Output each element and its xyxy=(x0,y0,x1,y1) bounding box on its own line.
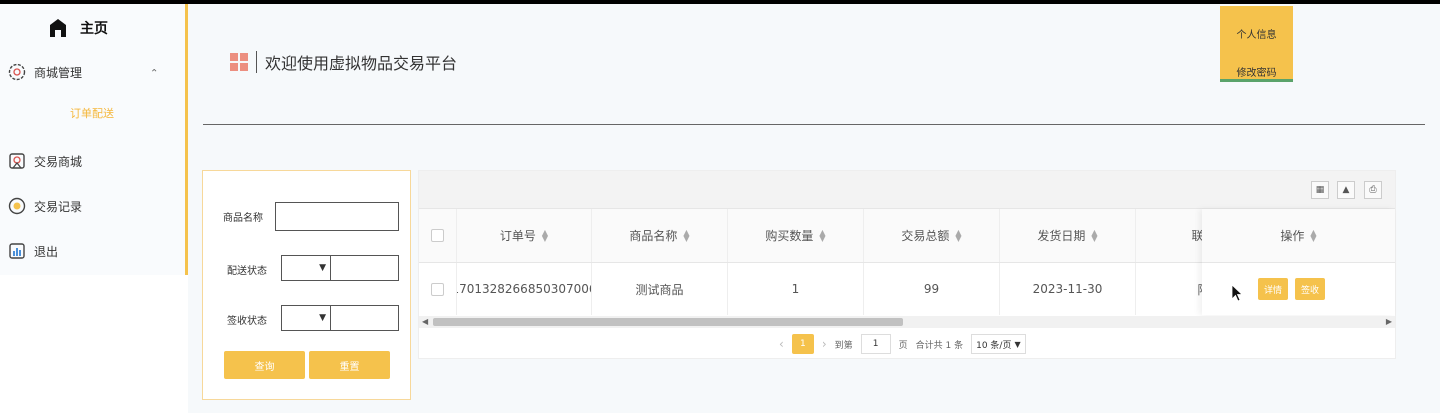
column-header-quantity[interactable]: 购买数量 ▲ ▼ xyxy=(728,209,864,262)
sidebar-item-label: 退出 xyxy=(34,244,59,259)
sidebar-home[interactable]: 主页 xyxy=(48,16,108,40)
grid-icon xyxy=(230,53,248,71)
mouse-cursor-icon xyxy=(1231,284,1243,302)
chevron-up-icon[interactable]: ⌄ xyxy=(150,66,158,77)
select-all-cell xyxy=(419,209,457,262)
column-label: 商品名称 xyxy=(629,229,678,243)
bar-chart-icon xyxy=(9,243,25,259)
delivery-status-label: 配送状态 xyxy=(227,266,267,277)
cell-ship-date: 2023-11-30 xyxy=(1000,263,1136,315)
sidebar-item-label: 交易记录 xyxy=(34,199,83,214)
sort-icon[interactable]: ▲ ▼ xyxy=(955,228,961,242)
column-label: 购买数量 xyxy=(765,229,814,243)
cell-product: 测试商品 xyxy=(592,263,728,315)
sort-icon[interactable]: ▲ ▼ xyxy=(542,228,548,242)
chevron-down-icon: ▼ xyxy=(1014,339,1021,349)
select-all-checkbox[interactable] xyxy=(431,229,444,242)
sign-receipt-button[interactable]: 签收 xyxy=(1295,278,1326,300)
details-button[interactable]: 详情 xyxy=(1258,278,1289,300)
pagination: ‹ 1 › 到第 1 页 合计共 1 条 10 条/页 ▼ xyxy=(779,334,1026,354)
print-icon[interactable]: ⎙ xyxy=(1364,181,1382,199)
column-label: 操作 xyxy=(1280,229,1305,243)
sort-icon[interactable]: ▲ ▼ xyxy=(683,228,689,242)
chevron-down-icon: ▼ xyxy=(282,256,331,280)
delivery-status-select[interactable]: ▼ xyxy=(281,255,399,281)
column-label: 交易总额 xyxy=(901,229,950,243)
query-button[interactable]: 查询 xyxy=(224,351,305,379)
column-header-actions: 操作 ▲ ▼ xyxy=(1202,209,1395,263)
scroll-left-icon[interactable]: ◀ xyxy=(422,316,428,328)
goto-page-input[interactable]: 1 xyxy=(860,334,891,354)
table-toolbar: ▦ ▲ ⎙ xyxy=(419,171,1395,209)
row-checkbox[interactable] xyxy=(431,282,444,296)
title-divider xyxy=(256,51,257,73)
horizontal-scrollbar[interactable]: ◀ ▶ xyxy=(419,316,1395,328)
main-content: 欢迎使用虚拟物品交易平台 个人信息 修改密码 商品名称 配送状态 ▼ 签收状态 … xyxy=(188,4,1440,413)
export-icon[interactable]: ▲ xyxy=(1337,181,1355,199)
sort-icon[interactable]: ▲ ▼ xyxy=(1310,228,1316,242)
home-icon xyxy=(50,19,66,37)
prev-page-icon[interactable]: ‹ xyxy=(779,337,784,351)
row-select-cell xyxy=(419,263,457,315)
sidebar-item-label: 交易商城 xyxy=(34,154,83,169)
user-dropdown-menu: 个人信息 修改密码 xyxy=(1220,6,1293,82)
map-pin-icon xyxy=(9,153,25,169)
sort-icon[interactable]: ▲ ▼ xyxy=(1091,228,1097,242)
page-size-value: 10 条/页 xyxy=(976,340,1012,351)
sort-icon[interactable]: ▲ ▼ xyxy=(819,228,825,242)
coin-icon xyxy=(8,197,26,215)
menu-item-profile[interactable]: 个人信息 xyxy=(1220,26,1293,41)
settings-icon xyxy=(8,63,26,81)
sidebar-item-mall-management[interactable]: 商城管理 xyxy=(8,60,82,84)
column-header-total[interactable]: 交易总额 ▲ ▼ xyxy=(864,209,1000,262)
page-size-select[interactable]: 10 条/页 ▼ xyxy=(971,334,1026,354)
data-table-panel: ▦ ▲ ⎙ 订单号 ▲ ▼ 商品名称 ▲ ▼ 购买数量 ▲ ▼ 交易总额 ▲ ▼ 发货日期 ▲ ▼ xyxy=(418,170,1396,359)
menu-item-change-password[interactable]: 修改密码 xyxy=(1220,64,1293,79)
column-header-order-no[interactable]: 订单号 ▲ ▼ xyxy=(457,209,592,262)
column-header-product[interactable]: 商品名称 ▲ ▼ xyxy=(592,209,728,262)
column-header-ship-date[interactable]: 发货日期 ▲ ▼ xyxy=(1000,209,1136,262)
header-divider xyxy=(203,124,1425,125)
sidebar-item-logout[interactable]: 退出 xyxy=(8,239,58,263)
chevron-down-icon: ▼ xyxy=(282,306,331,330)
sidebar-item-trade-records[interactable]: 交易记录 xyxy=(8,194,82,218)
cell-quantity: 1 xyxy=(728,263,864,315)
receipt-status-label: 签收状态 xyxy=(227,316,267,327)
sidebar-subitem-order-delivery[interactable]: 订单配送 xyxy=(70,105,114,121)
columns-icon[interactable]: ▦ xyxy=(1311,181,1329,199)
scrollbar-thumb[interactable] xyxy=(433,318,903,326)
page-unit-label: 页 xyxy=(898,340,908,351)
total-count: 合计共 1 条 xyxy=(915,340,964,351)
page-header: 欢迎使用虚拟物品交易平台 xyxy=(230,50,457,74)
page-current[interactable]: 1 xyxy=(791,334,814,354)
reset-button[interactable]: 重置 xyxy=(309,351,390,379)
product-name-input[interactable] xyxy=(275,202,399,231)
next-page-icon[interactable]: › xyxy=(822,337,827,351)
sidebar-home-label: 主页 xyxy=(80,21,108,37)
receipt-status-select[interactable]: ▼ xyxy=(281,305,399,331)
cell-order-no: 1701328266850307006 xyxy=(457,263,592,315)
search-panel: 商品名称 配送状态 ▼ 签收状态 ▼ 查询 重置 xyxy=(202,170,411,400)
sidebar-item-trade-mall[interactable]: 交易商城 xyxy=(8,149,82,173)
page-title: 欢迎使用虚拟物品交易平台 xyxy=(265,54,458,73)
column-label: 订单号 xyxy=(499,229,536,243)
cell-total: 99 xyxy=(864,263,1000,315)
goto-label: 到第 xyxy=(834,340,853,351)
product-name-label: 商品名称 xyxy=(223,213,263,224)
column-label: 发货日期 xyxy=(1037,229,1086,243)
sidebar: 主页 商城管理 ⌄ 订单配送 交易商城 交易记录 退出 xyxy=(0,4,188,275)
sidebar-item-label: 商城管理 xyxy=(34,65,83,80)
scroll-right-icon[interactable]: ▶ xyxy=(1386,316,1392,328)
